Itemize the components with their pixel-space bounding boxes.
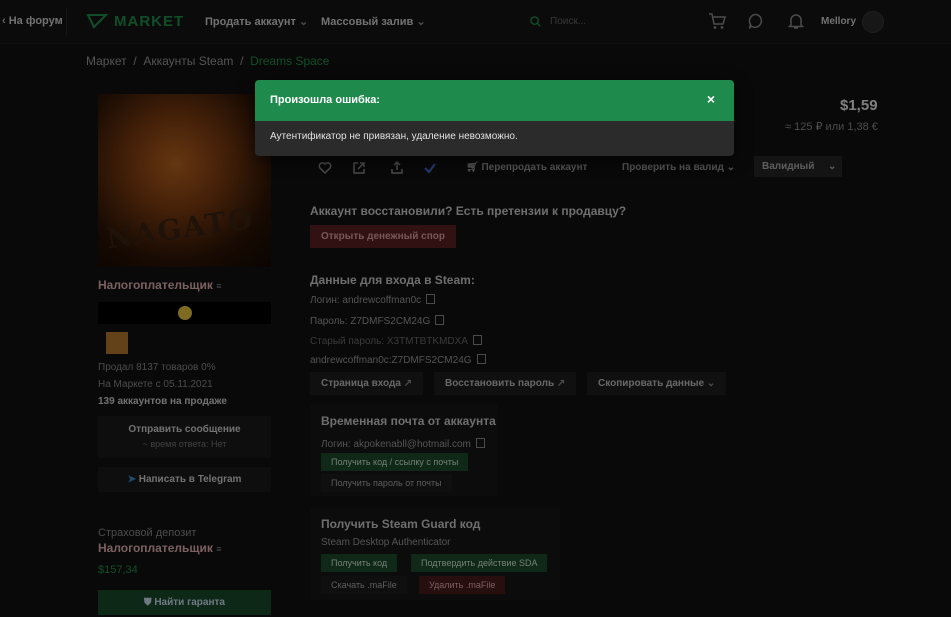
error-modal-message: Аутентификатор не привязан, удаление нев… (270, 131, 518, 142)
error-modal-body: Аутентификатор не привязан, удаление нев… (255, 121, 734, 156)
close-icon[interactable]: × (703, 91, 719, 107)
error-modal: Произошла ошибка: × Аутентификатор не пр… (255, 80, 734, 156)
error-modal-title: Произошла ошибка: (270, 94, 381, 106)
error-modal-header: Произошла ошибка: × (255, 80, 734, 121)
